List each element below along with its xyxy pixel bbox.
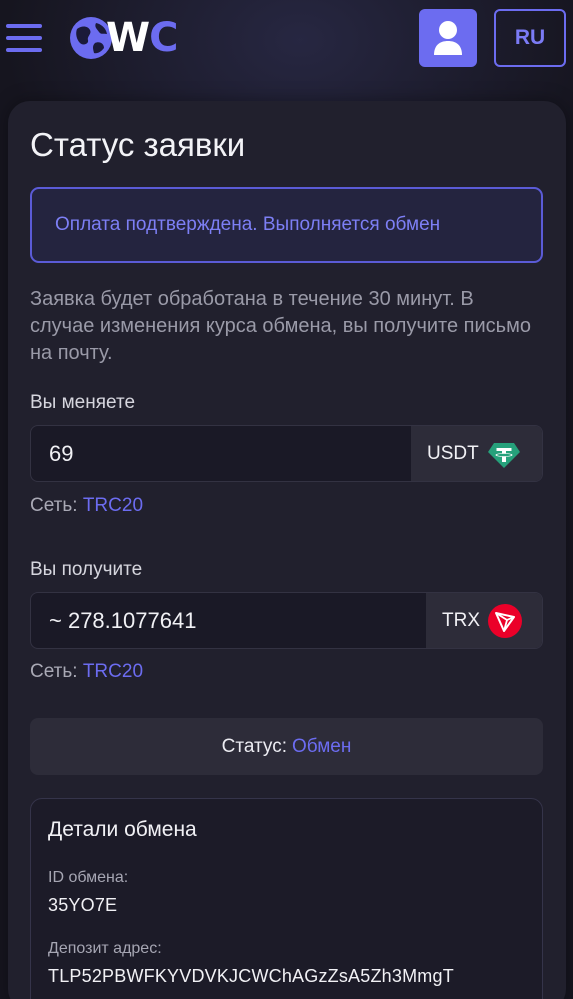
receive-amount-field: ~ 278.1077641 TRX (30, 592, 543, 649)
tron-icon (488, 603, 522, 638)
logo-text: WC (106, 15, 178, 61)
send-amount: 69 (49, 441, 74, 466)
menu-icon[interactable] (6, 24, 42, 52)
send-network: Сеть: TRC20 (30, 495, 143, 517)
deposit-address-value[interactable]: TLP52PBWFKYVDVKJCWChAGzZsA5Zh3MmgT (48, 966, 454, 987)
send-label: Вы меняете (30, 392, 136, 413)
page-title: Статус заявки (30, 126, 246, 163)
receive-network: Сеть: TRC20 (30, 661, 143, 683)
send-currency-code: USDT (427, 442, 479, 464)
receive-currency-code: TRX (442, 609, 480, 631)
send-network-label: Сеть: (30, 495, 78, 516)
receive-network-value[interactable]: TRC20 (83, 661, 143, 682)
user-icon (434, 21, 462, 55)
details-title: Детали обмена (48, 818, 197, 841)
receive-label: Вы получите (30, 559, 143, 580)
receive-currency: TRX (426, 593, 542, 648)
logo[interactable]: WC (68, 13, 184, 63)
exchange-status: Статус: Обмен (30, 718, 543, 775)
language-switcher[interactable]: RU (494, 9, 566, 67)
send-currency: USDT (411, 426, 542, 481)
receive-amount: ~ 278.1077641 (49, 608, 197, 633)
send-network-value[interactable]: TRC20 (83, 495, 143, 516)
receive-network-label: Сеть: (30, 661, 78, 682)
exchange-id-value: 35YO7E (48, 895, 118, 915)
status-alert-text: Оплата подтверждена. Выполняется обмен (55, 214, 441, 235)
deposit-address-label: Депозит адрес: (48, 940, 162, 957)
status-value: Обмен (291, 735, 352, 757)
info-text: Заявка будет обработана в течение 30 мин… (30, 288, 531, 364)
profile-button[interactable] (419, 9, 477, 67)
exchange-id-label: ID обмена: (48, 869, 129, 886)
header: WC RU (0, 0, 573, 80)
status-label: Статус: (221, 735, 287, 757)
tether-icon (487, 442, 520, 468)
status-alert: Оплата подтверждена. Выполняется обмен (30, 187, 543, 263)
send-amount-field: 69 USDT (30, 425, 543, 482)
